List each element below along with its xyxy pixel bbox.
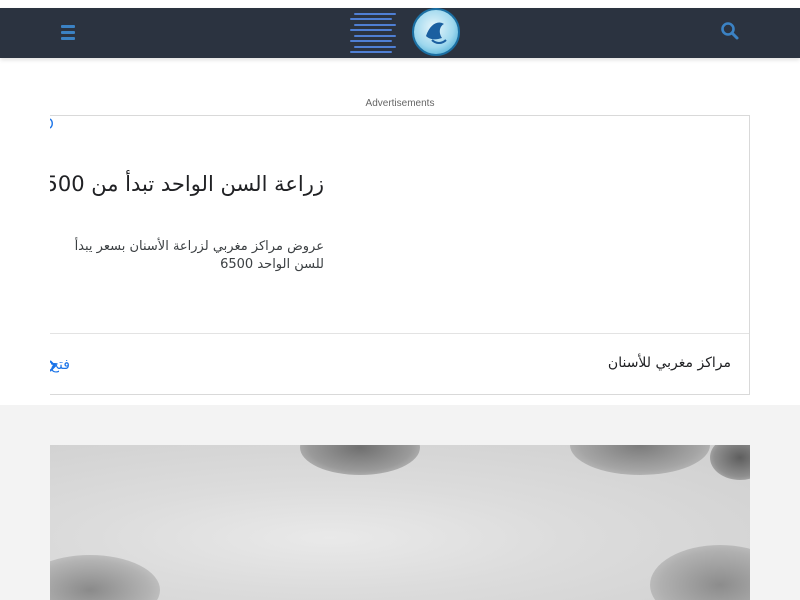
photo-shape: [50, 555, 160, 600]
logo-emblem: [412, 8, 460, 56]
ad-body: عروض مراكز مغربي لزراعة الأسنان بسعر يبد…: [50, 238, 324, 274]
menu-bars-icon[interactable]: [58, 22, 80, 44]
hero-image[interactable]: [50, 445, 750, 600]
ad-label: Advertisements: [365, 98, 435, 109]
ad-open-button[interactable]: فتح: [50, 355, 84, 375]
chevron-right-icon: [50, 358, 58, 372]
photo-shape: [710, 445, 750, 480]
site-logo[interactable]: [350, 8, 466, 58]
ad-body-line: للسن الواحد 6500: [220, 257, 324, 272]
ad-card[interactable]: زراعة السن الواحد تبدأ من 6500 عروض مراك…: [50, 115, 750, 395]
ad-advertiser[interactable]: مراكز مغربي للأسنان: [608, 355, 731, 371]
search-icon[interactable]: [720, 21, 742, 43]
ad-divider: [50, 333, 749, 334]
top-strip: [0, 0, 800, 8]
top-navbar: [0, 8, 800, 58]
ad-choices-icon[interactable]: [50, 116, 58, 130]
photo-shape: [300, 445, 420, 475]
ad-headline[interactable]: زراعة السن الواحد تبدأ من 6500: [50, 172, 324, 196]
photo-shape: [650, 545, 750, 600]
photo-shape: [570, 445, 710, 475]
ad-body-line: عروض مراكز مغربي لزراعة الأسنان بسعر يبد…: [74, 239, 324, 254]
logo-text-lines: [350, 13, 396, 53]
section-separator: [0, 405, 800, 425]
